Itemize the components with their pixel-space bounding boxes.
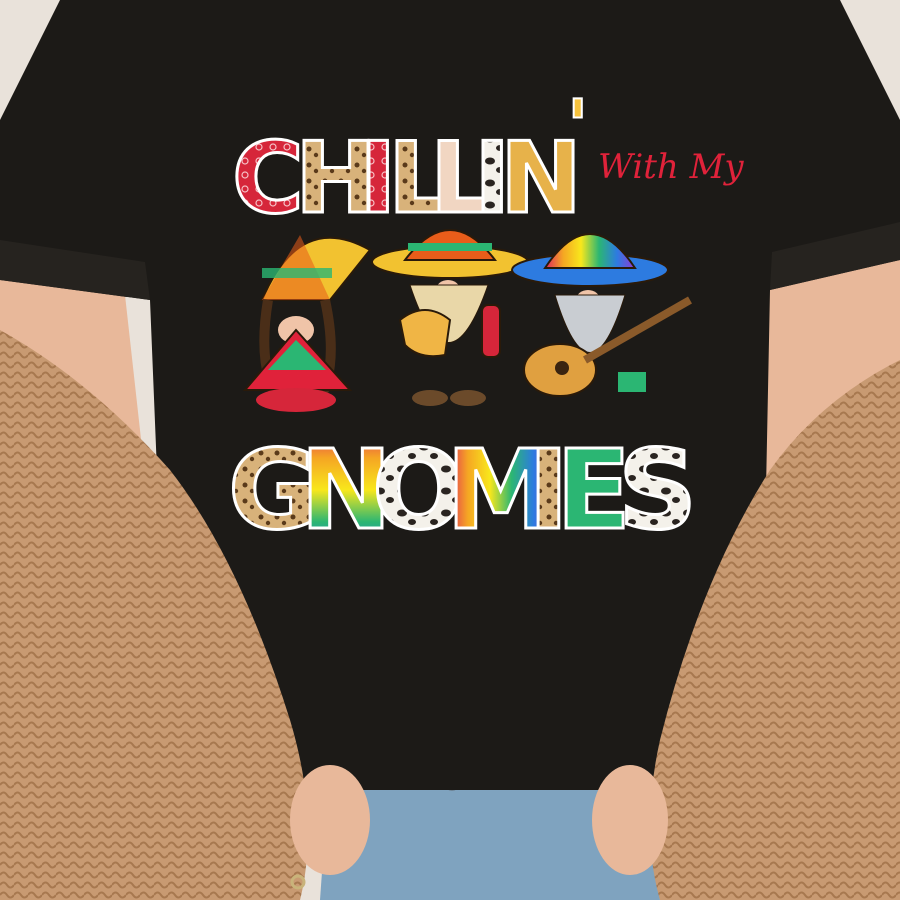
- product-photo: C H I L L I N ' With My G N O M I E S: [0, 0, 900, 900]
- with-my-script: With My: [598, 147, 744, 187]
- hot-sauce-icon: [481, 304, 501, 358]
- letter-c: C: [232, 122, 304, 236]
- apostrophe: ': [567, 85, 588, 167]
- right-hand: [592, 765, 668, 875]
- gnomies-title: G N O M I E S: [227, 425, 699, 556]
- left-hand: [290, 765, 370, 875]
- letter-s: S: [618, 426, 697, 554]
- tshirt-photo-svg: C H I L L I N ' With My G N O M I E S: [0, 0, 900, 900]
